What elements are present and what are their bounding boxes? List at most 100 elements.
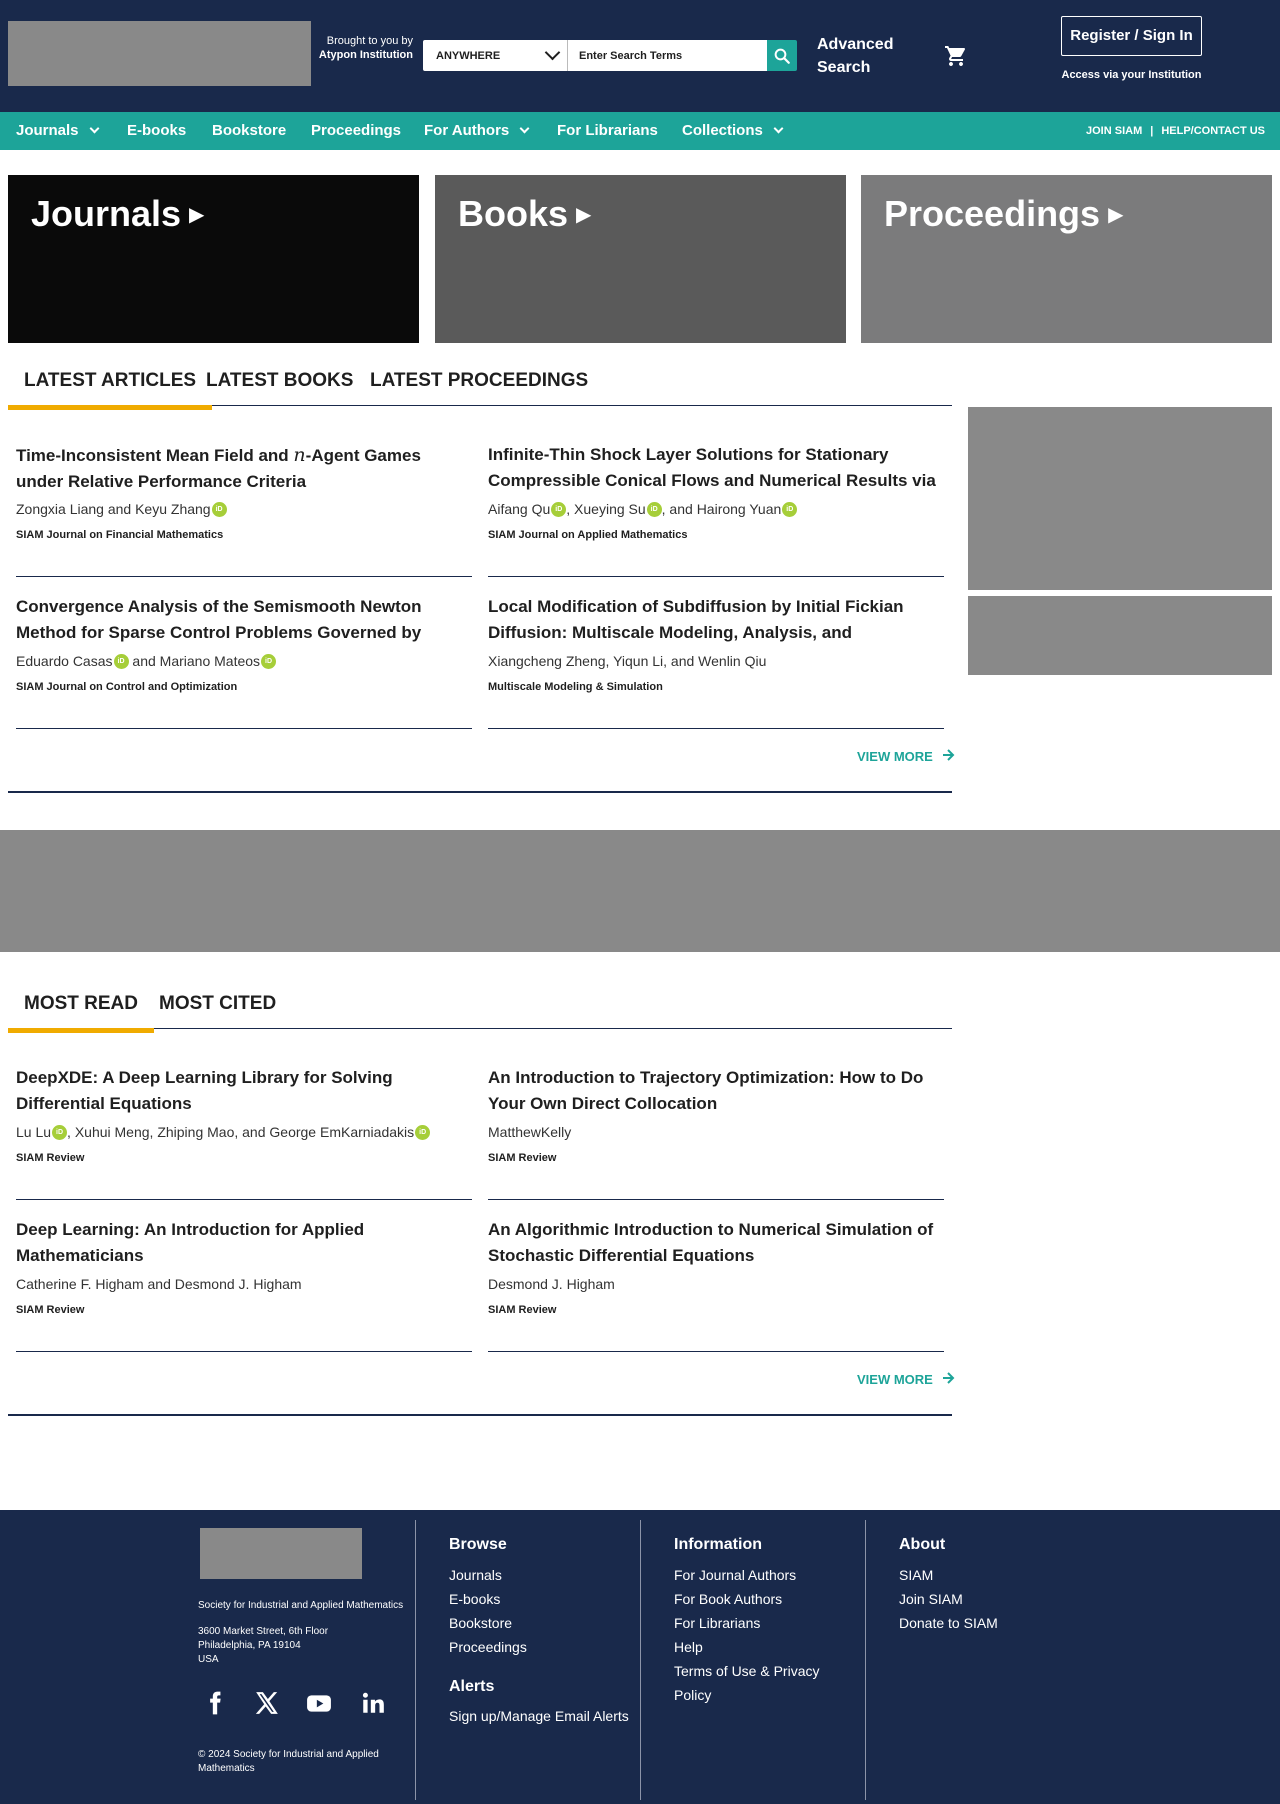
footer-link-email-alerts[interactable]: Sign up/Manage Email Alerts	[449, 1704, 629, 1728]
ad-banner[interactable]	[968, 407, 1272, 590]
author-name[interactable]: Xiangcheng Zheng, Yiqun Li, and Wenlin Q…	[488, 653, 766, 669]
article-card: Time-Inconsistent Mean Field and n-Agent…	[16, 442, 472, 577]
author-name[interactable]: Aifang Qu	[488, 501, 550, 517]
orcid-icon[interactable]: iD	[782, 502, 798, 517]
tab-latest-articles[interactable]: LATEST ARTICLES	[7, 368, 213, 410]
footer-link-librarians[interactable]: For Librarians	[674, 1611, 760, 1635]
orcid-icon[interactable]: iD	[646, 502, 662, 517]
nav-item-journals[interactable]: Journals	[16, 112, 99, 150]
author-name[interactable]: Desmond J. Higham	[488, 1276, 615, 1292]
nav-item-for-librarians[interactable]: For Librarians	[557, 112, 658, 150]
footer-link-book-authors[interactable]: For Book Authors	[674, 1587, 782, 1611]
tile-journals[interactable]: Journals ▶	[8, 175, 419, 343]
footer-link-bookstore[interactable]: Bookstore	[449, 1611, 512, 1635]
orcid-icon[interactable]: iD	[261, 654, 277, 669]
article-title[interactable]: An Introduction to Trajectory Optimizati…	[488, 1065, 944, 1117]
orcid-icon[interactable]: iD	[415, 1125, 431, 1140]
footer-divider	[640, 1520, 641, 1800]
article-journal[interactable]: SIAM Review	[488, 1152, 944, 1164]
article-title[interactable]: Local Modification of Subdiffusion by In…	[488, 594, 944, 646]
footer-link-ebooks[interactable]: E-books	[449, 1587, 500, 1611]
triangle-right-icon: ▶	[189, 204, 205, 226]
orcid-icon[interactable]: iD	[113, 654, 129, 669]
article-title[interactable]: Deep Learning: An Introduction for Appli…	[16, 1217, 472, 1269]
article-journal[interactable]: SIAM Journal on Applied Mathematics	[488, 529, 944, 541]
footer-link-donate[interactable]: Donate to SIAM	[899, 1611, 998, 1635]
footer-link-help[interactable]: Help	[674, 1635, 703, 1659]
ad-banner[interactable]	[968, 596, 1272, 675]
tile-books[interactable]: Books ▶	[435, 175, 846, 343]
nav-separator: |	[1150, 125, 1154, 137]
nav-item-bookstore[interactable]: Bookstore	[212, 112, 286, 150]
x-icon[interactable]	[254, 1690, 280, 1716]
address-line: USA	[198, 1654, 219, 1665]
footer-link-proceedings[interactable]: Proceedings	[449, 1635, 527, 1659]
orcid-icon[interactable]: iD	[52, 1125, 68, 1140]
article-card: Deep Learning: An Introduction for Appli…	[16, 1217, 472, 1352]
view-more-most-link[interactable]: VIEW MORE	[857, 1372, 955, 1387]
nav-item-proceedings[interactable]: Proceedings	[311, 112, 401, 150]
site-logo[interactable]	[8, 21, 311, 86]
footer-link-journal-authors[interactable]: For Journal Authors	[674, 1563, 796, 1587]
nav-item-ebooks[interactable]: E-books	[127, 112, 186, 150]
article-journal[interactable]: SIAM Review	[16, 1152, 472, 1164]
advanced-search-link[interactable]: Advanced Search	[817, 33, 897, 79]
orcid-icon[interactable]: iD	[551, 502, 567, 517]
nav-item-for-authors[interactable]: For Authors	[424, 112, 530, 150]
join-siam-link[interactable]: JOIN SIAM	[1086, 125, 1142, 137]
tab-most-cited[interactable]: MOST CITED	[159, 991, 276, 1029]
ad-leaderboard[interactable]	[0, 830, 1280, 952]
latest-tabs: LATEST ARTICLES LATEST BOOKS LATEST PROC…	[7, 368, 952, 410]
article-title[interactable]: DeepXDE: A Deep Learning Library for Sol…	[16, 1065, 472, 1117]
footer-link-siam[interactable]: SIAM	[899, 1563, 933, 1587]
tab-most-read[interactable]: MOST READ	[8, 991, 154, 1033]
chevron-down-icon	[544, 44, 561, 61]
footer-logo[interactable]	[200, 1528, 362, 1579]
linkedin-icon[interactable]	[360, 1690, 386, 1716]
tab-latest-proceedings[interactable]: LATEST PROCEEDINGS	[370, 368, 588, 406]
orcid-icon[interactable]: iD	[211, 502, 227, 517]
article-journal[interactable]: SIAM Journal on Financial Mathematics	[16, 529, 472, 541]
article-journal[interactable]: SIAM Review	[488, 1304, 944, 1316]
footer-copyright: © 2024 Society for Industrial and Applie…	[198, 1749, 379, 1774]
tile-proceedings[interactable]: Proceedings ▶	[861, 175, 1272, 343]
footer-link-journals[interactable]: Journals	[449, 1563, 502, 1587]
help-contact-link[interactable]: HELP/CONTACT US	[1161, 125, 1265, 137]
tab-latest-books[interactable]: LATEST BOOKS	[206, 368, 353, 406]
author-name[interactable]: Eduardo Casas	[16, 653, 113, 669]
author-name[interactable]: Xueying Su	[574, 501, 646, 517]
author-name[interactable]: Hairong Yuan	[697, 501, 782, 517]
author-name[interactable]: MatthewKelly	[488, 1124, 571, 1140]
access-via-institution-link[interactable]: Access via your Institution	[1040, 69, 1223, 81]
article-title[interactable]: Infinite-Thin Shock Layer Solutions for …	[488, 442, 944, 494]
youtube-icon[interactable]	[306, 1690, 332, 1716]
article-card: An Algorithmic Introduction to Numerical…	[488, 1217, 944, 1352]
nav-item-collections[interactable]: Collections	[682, 112, 784, 150]
view-more-latest-link[interactable]: VIEW MORE	[857, 749, 955, 764]
register-sign-in-button[interactable]: Register / Sign In	[1061, 16, 1202, 56]
tile-title: Journals ▶	[31, 193, 204, 235]
author-name[interactable]: Catherine F. Higham and Desmond J. Higha…	[16, 1276, 302, 1292]
footer-link-terms-privacy[interactable]: Terms of Use & Privacy Policy	[674, 1659, 844, 1707]
article-title[interactable]: Time-Inconsistent Mean Field and n-Agent…	[16, 442, 472, 494]
article-title[interactable]: An Algorithmic Introduction to Numerical…	[488, 1217, 944, 1269]
cart-icon[interactable]	[944, 44, 968, 68]
search-button[interactable]	[767, 40, 797, 71]
footer-link-join-siam[interactable]: Join SIAM	[899, 1587, 963, 1611]
author-name[interactable]: Zongxia Liang and Keyu Zhang	[16, 501, 211, 517]
author-name[interactable]: Mariano Mateos	[160, 653, 260, 669]
article-journal[interactable]: SIAM Journal on Control and Optimization	[16, 681, 472, 693]
article-title[interactable]: Convergence Analysis of the Semismooth N…	[16, 594, 472, 646]
nav-item-label: Proceedings	[311, 122, 402, 139]
search-scope-value: ANYWHERE	[436, 50, 501, 62]
article-card: Convergence Analysis of the Semismooth N…	[16, 594, 472, 729]
author-name[interactable]: Lu Lu	[16, 1124, 51, 1140]
search-input[interactable]	[567, 40, 767, 71]
article-journal[interactable]: Multiscale Modeling & Simulation	[488, 681, 944, 693]
nav-item-label: Journals	[16, 122, 79, 139]
facebook-icon[interactable]	[202, 1690, 228, 1716]
author-name[interactable]: Xuhui Meng, Zhiping Mao, and George EmKa…	[75, 1124, 414, 1140]
tile-title: Books ▶	[458, 193, 591, 235]
article-journal[interactable]: SIAM Review	[16, 1304, 472, 1316]
search-scope-select[interactable]: ANYWHERE	[423, 40, 567, 71]
